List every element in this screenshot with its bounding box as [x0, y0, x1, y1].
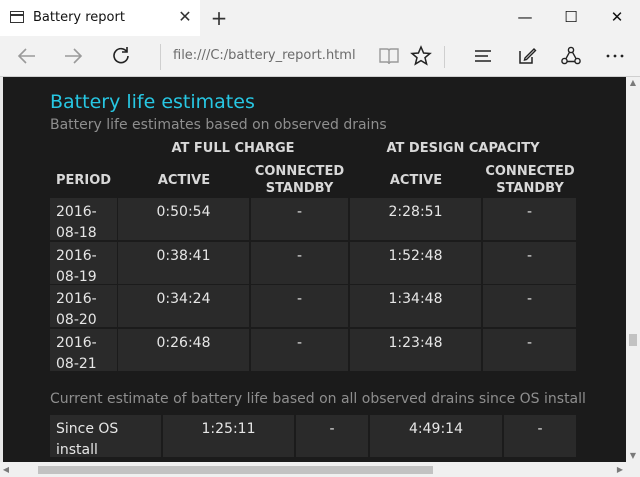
vertical-scroll-thumb[interactable] — [629, 334, 637, 346]
scroll-up-icon[interactable]: ▲ — [626, 77, 640, 89]
column-header-period: PERIOD — [56, 173, 112, 188]
table-cell-active-full: 0:34:24 — [118, 285, 249, 327]
tab-title: Battery report — [33, 10, 125, 25]
current-estimate-note: Current estimate of battery life based o… — [50, 391, 586, 407]
since-install-period: Since OS install — [50, 415, 161, 458]
scroll-right-icon[interactable]: ▶ — [614, 462, 626, 477]
since-install-standby-design: - — [504, 415, 576, 457]
page-title: Battery life estimates — [50, 91, 255, 113]
table-cell-active-full: 0:26:48 — [118, 329, 249, 371]
tab-close-button[interactable]: ✕ — [174, 6, 196, 28]
content-left-border — [0, 77, 3, 462]
table-cell-active-full: 0:38:41 — [118, 242, 249, 284]
page-subtitle: Battery life estimates based on observed… — [50, 117, 387, 133]
table-row-period: 2016- 08-19 — [50, 242, 117, 285]
table-row-period: 2016- 08-21 — [50, 329, 117, 372]
scroll-down-icon[interactable]: ▼ — [626, 450, 640, 462]
minimize-button[interactable]: — — [502, 0, 548, 36]
page-content: Battery life estimates Battery life esti… — [0, 77, 626, 462]
column-header-active-design: ACTIVE — [389, 173, 443, 188]
table-row-period: 2016- 08-18 — [50, 198, 117, 241]
table-cell-standby-full: - — [251, 198, 348, 240]
back-arrow-icon[interactable] — [10, 41, 44, 71]
group-header-design-capacity: AT DESIGN CAPACITY — [386, 141, 540, 156]
table-cell-active-design: 1:52:48 — [350, 242, 481, 284]
maximize-button[interactable]: ☐ — [548, 0, 594, 36]
table-cell-standby-full: - — [251, 242, 348, 284]
column-header-standby-full: CONNECTED STANDBY — [251, 163, 348, 197]
vertical-scrollbar[interactable]: ▲ ▼ — [626, 77, 640, 462]
scroll-left-icon[interactable]: ◀ — [0, 462, 12, 477]
close-window-button[interactable]: ✕ — [594, 0, 640, 36]
scrollbar-corner — [626, 462, 640, 477]
table-cell-active-design: 2:28:51 — [350, 198, 481, 240]
table-cell-standby-design: - — [483, 242, 576, 284]
table-cell-standby-full: - — [251, 329, 348, 371]
address-input[interactable]: file:///C:/battery_report.html — [173, 48, 356, 63]
table-cell-standby-design: - — [483, 329, 576, 371]
table-cell-standby-full: - — [251, 285, 348, 327]
table-cell-active-design: 1:23:48 — [350, 329, 481, 371]
web-note-icon[interactable] — [510, 41, 544, 71]
hub-icon[interactable] — [466, 41, 500, 71]
group-header-full-charge: AT FULL CHARGE — [171, 141, 295, 156]
column-header-standby-design: CONNECTED STANDBY — [483, 163, 577, 197]
address-separator — [160, 44, 161, 70]
column-header-standby-design-line2: STANDBY — [496, 181, 564, 196]
column-header-standby-full-line1: CONNECTED — [254, 164, 345, 179]
title-bar: Battery report ✕ + — ☐ ✕ — [0, 0, 640, 37]
horizontal-scrollbar[interactable]: ◀ ▶ — [0, 462, 626, 477]
star-icon[interactable] — [404, 41, 438, 71]
more-icon[interactable] — [598, 41, 632, 71]
since-install-standby-full: - — [296, 415, 368, 457]
reading-view-icon[interactable] — [372, 41, 406, 71]
navigation-bar: file:///C:/battery_report.html — [0, 36, 640, 77]
table-cell-active-full: 0:50:54 — [118, 198, 249, 240]
share-icon[interactable] — [554, 41, 588, 71]
table-cell-active-design: 1:34:48 — [350, 285, 481, 327]
table-cell-standby-design: - — [483, 198, 576, 240]
new-tab-button[interactable]: + — [207, 6, 231, 30]
horizontal-scroll-thumb[interactable] — [38, 466, 433, 474]
toolbar-separator — [444, 46, 445, 68]
page-icon — [10, 11, 24, 23]
table-row-period: 2016- 08-20 — [50, 285, 117, 328]
forward-arrow-icon[interactable] — [56, 41, 90, 71]
table-cell-standby-design: - — [483, 285, 576, 327]
refresh-icon[interactable] — [104, 41, 138, 71]
column-header-standby-design-line1: CONNECTED — [485, 164, 575, 179]
since-install-active-design: 4:49:14 — [370, 415, 502, 457]
since-install-active-full: 1:25:11 — [163, 415, 294, 457]
column-header-standby-full-line2: STANDBY — [265, 181, 334, 196]
column-header-active-full: ACTIVE — [157, 173, 211, 188]
browser-tab[interactable]: Battery report ✕ — [0, 0, 200, 36]
